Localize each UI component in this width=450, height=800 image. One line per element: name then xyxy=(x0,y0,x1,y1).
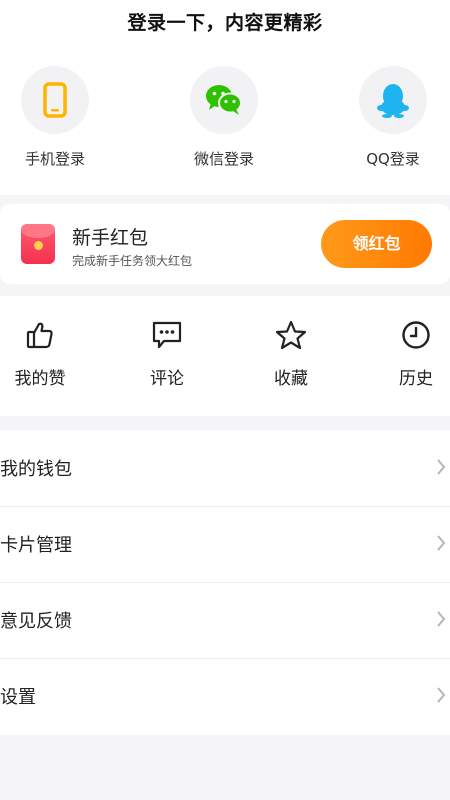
phone-login-button[interactable]: 手机登录 xyxy=(10,66,100,169)
clock-icon xyxy=(402,321,430,349)
wechat-login-label: 微信登录 xyxy=(193,150,254,168)
menu-item-feedback[interactable]: 意见反馈 xyxy=(0,582,450,659)
wechat-login-circle[interactable] xyxy=(190,66,258,134)
phone-login-label: 手机登录 xyxy=(24,150,85,168)
qq-login-label: QQ登录 xyxy=(366,150,420,168)
red-envelope-coin xyxy=(34,241,43,250)
thumbs-up-icon xyxy=(26,322,53,349)
new-user-red-packet-card[interactable]: 新手红包 完成新手任务领大红包 领红包 xyxy=(0,204,450,284)
red-packet-title: 新手红包 xyxy=(72,227,149,249)
menu-item-feedback-label: 意见反馈 xyxy=(0,611,72,632)
page-title: 登录一下，内容更精彩 xyxy=(127,12,323,34)
red-envelope-flap xyxy=(21,224,55,238)
qq-icon xyxy=(377,84,409,118)
settings-menu: 我的钱包 卡片管理 意见反馈 设置 xyxy=(0,430,450,735)
quick-action-comments-label: 评论 xyxy=(150,369,184,389)
quick-action-likes[interactable]: 我的赞 xyxy=(0,320,80,389)
quick-actions: 我的赞 评论 收藏 历史 xyxy=(0,296,450,416)
qq-login-button[interactable]: QQ登录 xyxy=(348,66,438,169)
comment-icon xyxy=(152,321,182,349)
red-packet-subtitle: 完成新手任务领大红包 xyxy=(72,254,193,268)
chevron-right-icon xyxy=(437,611,446,627)
quick-action-history[interactable]: 历史 xyxy=(376,320,450,389)
quick-action-favorites-label: 收藏 xyxy=(274,369,308,389)
chevron-right-icon xyxy=(437,535,446,551)
menu-item-settings[interactable]: 设置 xyxy=(0,658,450,734)
chevron-right-icon xyxy=(437,459,446,475)
menu-item-card-management-label: 卡片管理 xyxy=(0,535,72,556)
chevron-right-icon xyxy=(437,687,446,703)
menu-item-settings-label: 设置 xyxy=(0,687,36,708)
wechat-login-button[interactable]: 微信登录 xyxy=(179,66,269,169)
quick-action-likes-label: 我的赞 xyxy=(14,369,66,389)
quick-action-history-label: 历史 xyxy=(399,369,433,389)
menu-item-wallet[interactable]: 我的钱包 xyxy=(0,430,450,507)
claim-red-packet-button[interactable]: 领红包 xyxy=(321,220,432,268)
quick-action-comments[interactable]: 评论 xyxy=(127,320,207,389)
phone-login-circle[interactable] xyxy=(21,66,89,134)
phone-icon xyxy=(43,82,67,118)
menu-item-card-management[interactable]: 卡片管理 xyxy=(0,506,450,583)
login-panel: 登录一下，内容更精彩 手机登录 微信登录 QQ登录 xyxy=(0,0,450,195)
qq-login-circle[interactable] xyxy=(359,66,427,134)
quick-action-favorites[interactable]: 收藏 xyxy=(251,320,331,389)
star-icon xyxy=(275,320,307,350)
wechat-icon xyxy=(206,85,242,115)
red-envelope-icon xyxy=(21,224,55,264)
menu-item-wallet-label: 我的钱包 xyxy=(0,459,72,480)
